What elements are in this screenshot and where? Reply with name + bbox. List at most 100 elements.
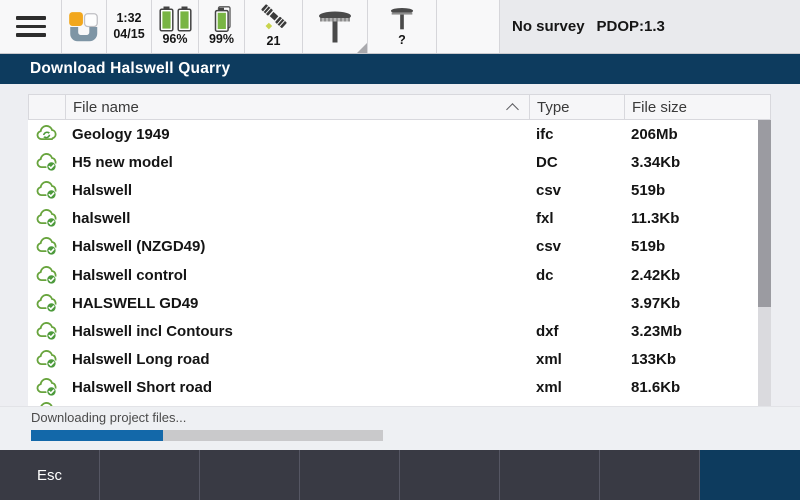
softkey-slot-3 — [200, 450, 300, 500]
header-type[interactable]: Type — [530, 95, 625, 119]
pdop-value: PDOP:1.3 — [597, 18, 665, 35]
battery-internal-percent: 96% — [162, 33, 187, 47]
survey-status-area[interactable]: No survey PDOP:1.3 — [500, 0, 800, 53]
file-size: 11.3Kb — [624, 210, 758, 227]
softkey-bar: Esc — [0, 450, 800, 500]
progress-bar — [31, 430, 383, 441]
softkey-slot-2 — [100, 450, 200, 500]
softkey-slot-5 — [400, 450, 500, 500]
cloud-check-icon — [35, 266, 58, 285]
stacked-battery-icon — [212, 6, 231, 32]
file-name: H5 new model — [65, 154, 529, 171]
file-row[interactable]: halswell fxl 11.3Kb — [28, 205, 758, 233]
gnss-receiver-icon — [314, 7, 356, 47]
file-row[interactable]: Halswell Long road xml 133Kb — [28, 346, 758, 374]
file-row[interactable]: Halswell Short road xml 81.6Kb — [28, 374, 758, 402]
cloud-check-icon — [35, 378, 58, 397]
file-type: DC — [529, 154, 624, 171]
sort-ascending-icon — [506, 103, 519, 116]
cloud-check-icon — [35, 350, 58, 369]
file-size: 3.97Kb — [624, 295, 758, 312]
softkey-slot-4 — [300, 450, 400, 500]
file-size: 133Kb — [624, 351, 758, 368]
file-row[interactable]: Halswell control dc 2.42Kb — [28, 261, 758, 289]
clock-time: 1:32 — [113, 11, 144, 27]
status-message: Downloading project files... — [31, 410, 186, 425]
battery-external-cell[interactable]: 99% — [199, 0, 245, 53]
file-type: xml — [529, 379, 624, 396]
file-type: fxl — [529, 210, 624, 227]
header-file-size[interactable]: File size — [625, 95, 770, 119]
empty-cell — [437, 0, 500, 53]
file-row[interactable]: H5 new model DC 3.34Kb — [28, 148, 758, 176]
file-row[interactable]: Halswell incl Contours dxf 3.23Mb — [28, 317, 758, 345]
header-file-size-label: File size — [632, 99, 687, 116]
satellites-cell[interactable]: 21 — [245, 0, 303, 53]
softkey-slot-6 — [500, 450, 600, 500]
page-title: Download Halswell Quarry — [0, 60, 230, 78]
softkey-slot-7 — [600, 450, 700, 500]
project-sync-button[interactable] — [62, 0, 107, 53]
file-size: 3.34Kb — [624, 154, 758, 171]
file-size: 81.6Kb — [624, 379, 758, 396]
file-name: Halswell Short road — [65, 379, 529, 396]
file-type: csv — [529, 182, 624, 199]
vertical-scrollbar[interactable] — [758, 120, 771, 406]
header-type-label: Type — [537, 99, 570, 116]
dual-battery-icon — [159, 6, 192, 32]
header-icon-column[interactable] — [29, 95, 66, 119]
cloud-check-icon — [35, 237, 58, 256]
file-name: Halswell incl Contours — [65, 323, 529, 340]
satellite-icon — [258, 4, 290, 34]
cloud-check-icon — [35, 181, 58, 200]
corner-fold-indicator — [357, 43, 367, 53]
gnss-receiver-question-icon — [386, 5, 418, 33]
app-screen: 1:32 04/15 96% — [0, 0, 800, 500]
file-name: Halswell (NZGD49) — [65, 238, 529, 255]
file-name: Halswell control — [65, 267, 529, 284]
file-size: 519b — [624, 182, 758, 199]
progress-bar-fill — [31, 430, 163, 441]
download-status-bar: Downloading project files... — [0, 406, 800, 450]
file-name: Halswell Long road — [65, 351, 529, 368]
receiver-unknown-cell[interactable]: ? — [368, 0, 437, 53]
satellite-count: 21 — [267, 35, 281, 49]
file-name: HALSWELL GD49 — [65, 295, 529, 312]
hamburger-icon — [16, 16, 46, 37]
cloud-check-icon — [35, 322, 58, 341]
file-row[interactable]: Halswell csv 519b — [28, 176, 758, 204]
table-header: File name Type File size — [28, 94, 771, 120]
file-type: dxf — [529, 323, 624, 340]
esc-button[interactable]: Esc — [0, 450, 100, 500]
header-file-name-label: File name — [73, 99, 139, 116]
file-name: Geology 1949 — [65, 126, 529, 143]
file-row[interactable]: Geology 1949 ifc 206Mb — [28, 120, 758, 148]
file-rows: Geology 1949 ifc 206Mb — [28, 120, 758, 402]
file-size: 2.42Kb — [624, 267, 758, 284]
content-area: File name Type File size — [0, 84, 800, 450]
header-file-name[interactable]: File name — [66, 95, 530, 119]
file-row[interactable]: HALSWELL GD49 3.97Kb — [28, 289, 758, 317]
file-type: csv — [529, 238, 624, 255]
receiver-active-cell[interactable] — [303, 0, 368, 53]
trimble-sync-logo-icon — [66, 9, 102, 45]
file-type: xml — [529, 351, 624, 368]
file-name: halswell — [65, 210, 529, 227]
esc-button-label: Esc — [37, 467, 62, 484]
battery-external-percent: 99% — [209, 33, 234, 47]
top-status-bar: 1:32 04/15 96% — [0, 0, 800, 54]
file-row[interactable]: Halswell (NZGD49) csv 519b — [28, 233, 758, 261]
survey-status-text: No survey — [512, 18, 585, 35]
battery-internal-cell[interactable]: 96% — [152, 0, 199, 53]
file-size: 519b — [624, 238, 758, 255]
clock-date: 04/15 — [113, 27, 144, 43]
menu-button[interactable] — [0, 0, 62, 53]
file-type: dc — [529, 267, 624, 284]
file-size: 3.23Mb — [624, 323, 758, 340]
file-list: Geology 1949 ifc 206Mb — [28, 120, 758, 406]
softkey-slot-8 — [700, 450, 800, 500]
cloud-check-icon — [35, 153, 58, 172]
scrollbar-thumb[interactable] — [758, 120, 771, 307]
receiver-unknown-label: ? — [398, 34, 406, 48]
clock-cell[interactable]: 1:32 04/15 — [107, 0, 152, 53]
